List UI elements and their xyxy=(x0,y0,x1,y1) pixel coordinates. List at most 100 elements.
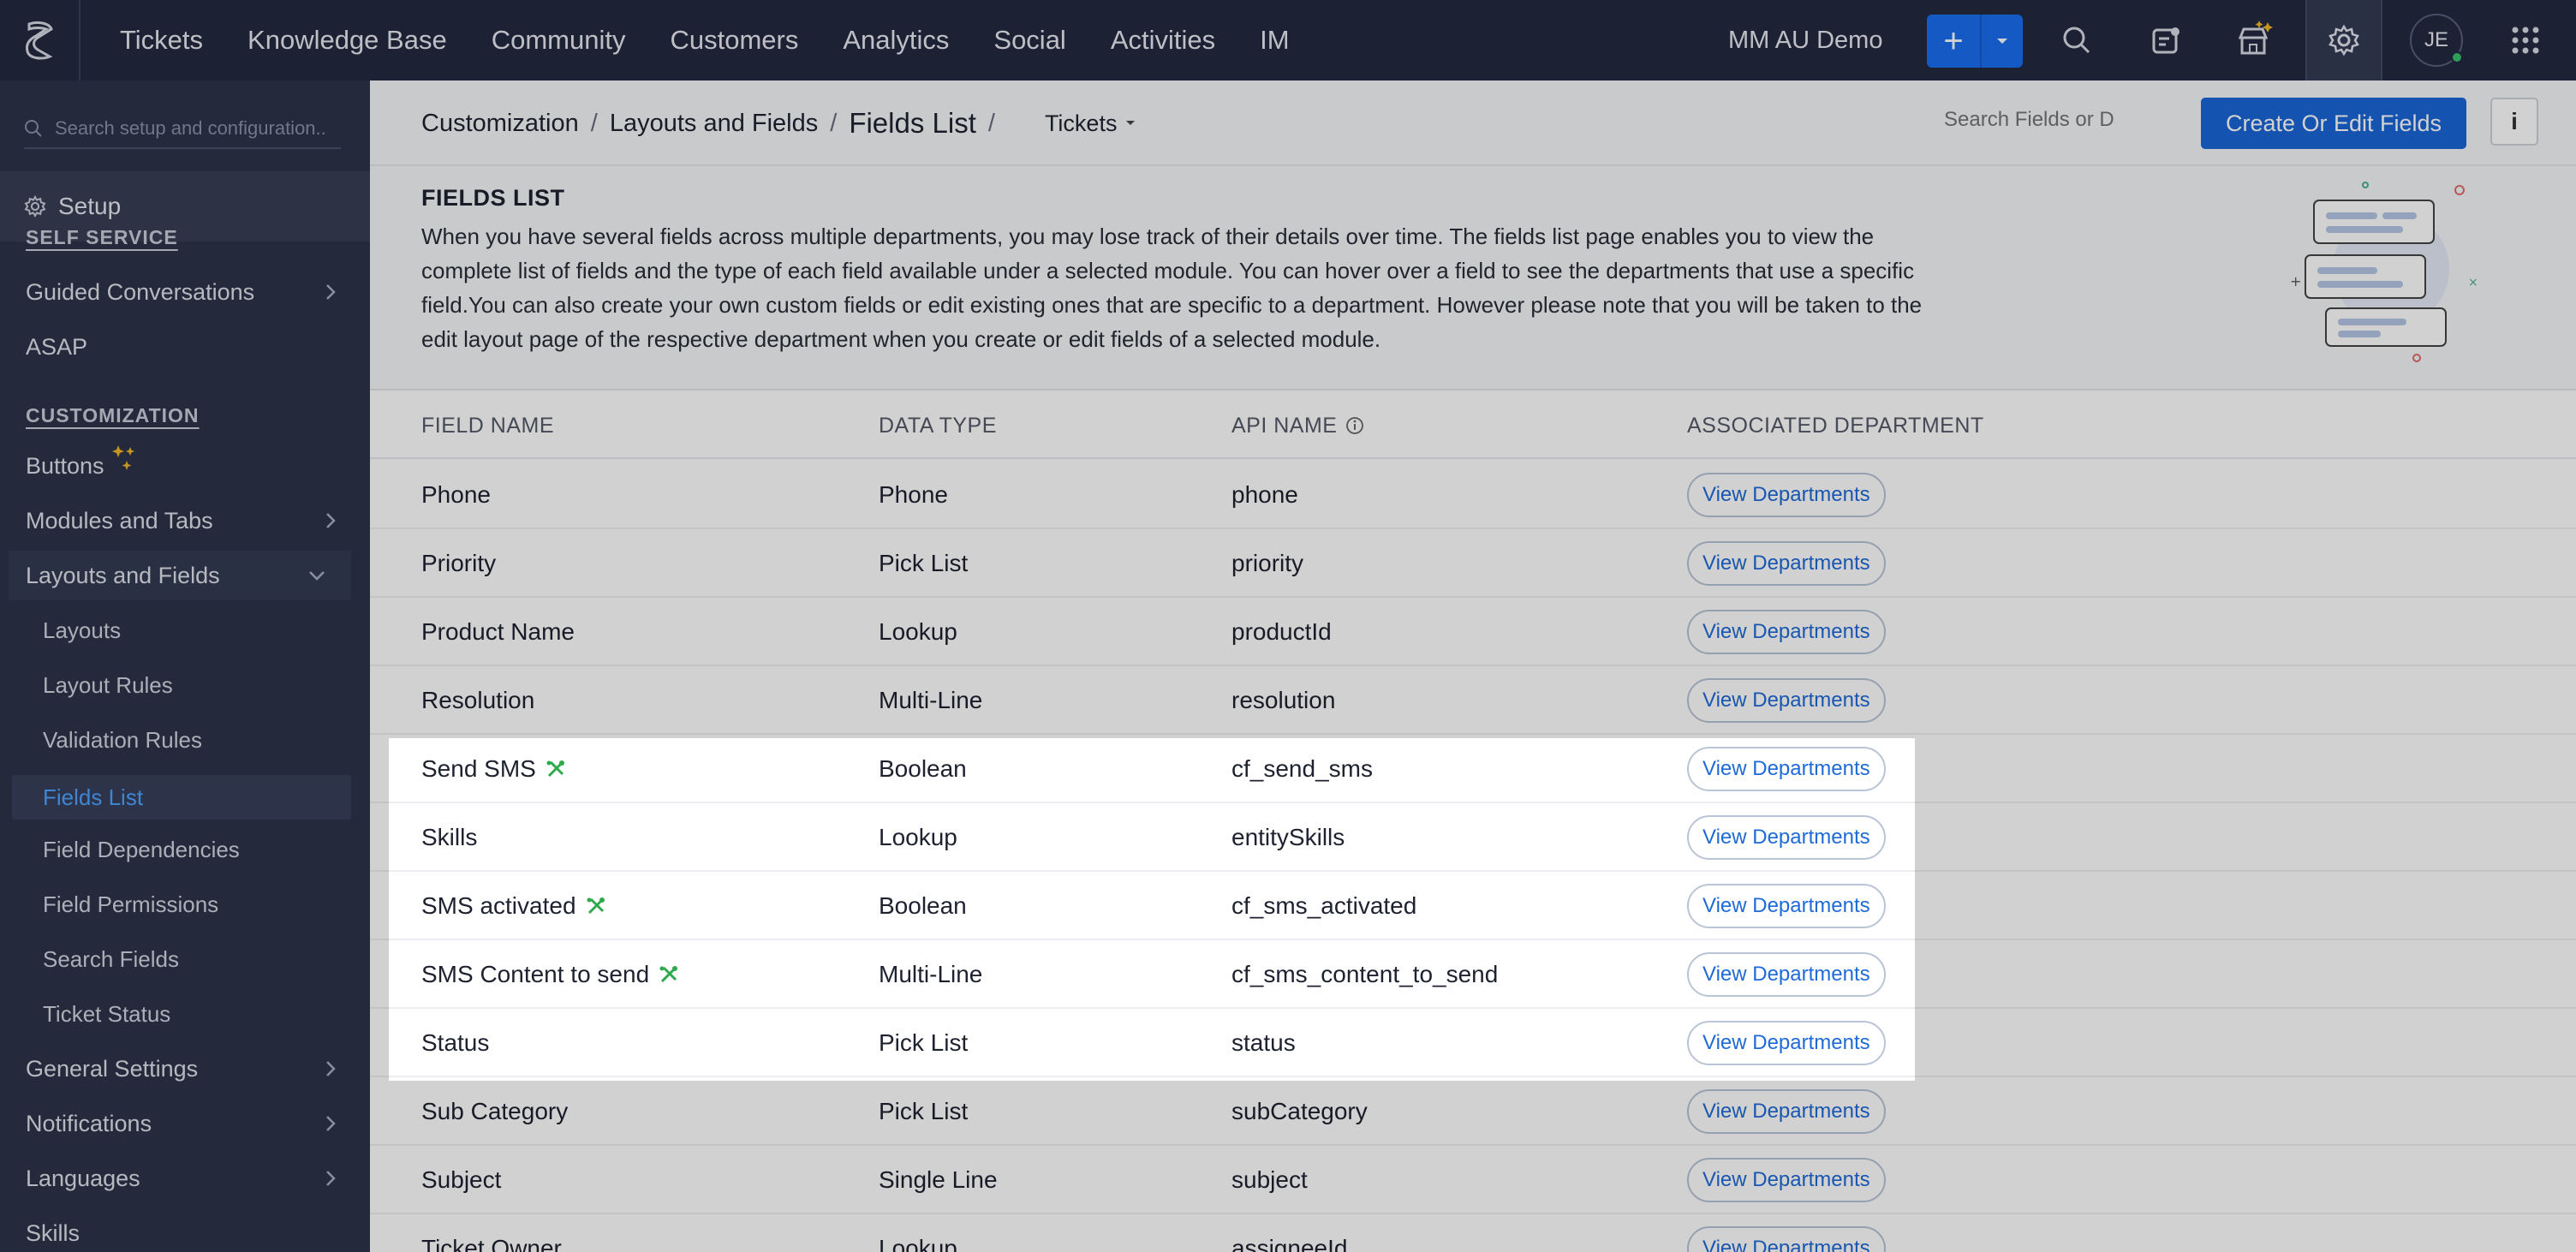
associated-department-cell: View Departments xyxy=(1687,872,1886,940)
sidebar-item-label: Modules and Tabs xyxy=(26,507,213,534)
section-customization: CUSTOMIZATION xyxy=(26,404,200,426)
sidebar-item-search-fields[interactable]: Search Fields xyxy=(0,934,370,984)
create-or-edit-fields-button[interactable]: Create Or Edit Fields xyxy=(2201,98,2466,149)
sidebar-item-field-permissions[interactable]: Field Permissions xyxy=(0,879,370,929)
apps-grid-icon[interactable] xyxy=(2487,0,2564,80)
new-item-button[interactable]: + xyxy=(1927,15,2023,68)
sparkle-icon xyxy=(111,445,134,470)
column-data-type: DATA TYPE xyxy=(879,414,997,438)
sidebar-item-modules-and-tabs[interactable]: Modules and Tabs xyxy=(0,496,370,546)
view-departments-button[interactable]: View Departments xyxy=(1687,541,1886,586)
api-name-cell: entitySkills xyxy=(1231,824,1345,850)
tab-tickets[interactable]: Tickets xyxy=(98,25,225,56)
associated-department-cell: View Departments xyxy=(1687,1077,1886,1146)
api-name-cell: assigneeId xyxy=(1231,1235,1348,1252)
field-name-cell: Skills xyxy=(421,803,477,872)
section-description: When you have several fields across mult… xyxy=(421,224,1923,352)
view-departments-button[interactable]: View Departments xyxy=(1687,1089,1886,1134)
view-departments-button[interactable]: View Departments xyxy=(1687,1158,1886,1202)
chevron-down-icon[interactable] xyxy=(1982,15,2023,68)
info-button[interactable]: i xyxy=(2490,98,2538,146)
table-row[interactable]: Phone Phone phone View Departments xyxy=(370,461,2576,529)
view-departments-button[interactable]: View Departments xyxy=(1687,884,1886,928)
associated-department-cell: View Departments xyxy=(1687,803,1886,872)
tab-customers[interactable]: Customers xyxy=(647,25,820,56)
field-name: Ticket Owner xyxy=(421,1235,562,1252)
tab-community[interactable]: Community xyxy=(469,25,648,56)
associated-department-cell: View Departments xyxy=(1687,666,1886,735)
sidebar-item-field-dependencies[interactable]: Field Dependencies xyxy=(0,825,370,874)
tab-activities[interactable]: Activities xyxy=(1088,25,1237,56)
view-departments-button[interactable]: View Departments xyxy=(1687,1226,1886,1252)
gear-icon[interactable] xyxy=(2305,0,2382,80)
table-row[interactable]: SMS activated Boolean cf_sms_activated View… xyxy=(370,872,2576,940)
sidebar-item-validation-rules[interactable]: Validation Rules xyxy=(0,715,370,765)
sidebar-item-notifications[interactable]: Notifications xyxy=(0,1099,370,1148)
table-row[interactable]: Status Pick List status View Departments xyxy=(370,1009,2576,1077)
setup-search-input[interactable] xyxy=(55,117,337,140)
table-row[interactable]: Product Name Lookup productId View Departme… xyxy=(370,598,2576,666)
table-row[interactable]: Priority Pick List priority View Department… xyxy=(370,529,2576,598)
table-row[interactable]: SMS Content to send Multi-Line cf_sms_cont… xyxy=(370,940,2576,1009)
breadcrumb-customization[interactable]: Customization xyxy=(421,110,579,138)
view-departments-button[interactable]: View Departments xyxy=(1687,610,1886,654)
fields-search-input[interactable] xyxy=(1944,108,2115,132)
view-departments-button[interactable]: View Departments xyxy=(1687,815,1886,860)
search-icon[interactable] xyxy=(2038,0,2115,80)
sidebar-item-guided-conversations[interactable]: Guided Conversations xyxy=(0,267,370,317)
field-name-cell: Resolution xyxy=(421,666,534,735)
api-name-cell: phone xyxy=(1231,481,1298,508)
view-departments-button[interactable]: View Departments xyxy=(1687,747,1886,791)
sidebar-item-layout-rules[interactable]: Layout Rules xyxy=(0,660,370,710)
sidebar-item-general-settings[interactable]: General Settings xyxy=(0,1044,370,1094)
table-row[interactable]: Ticket Owner Lookup assigneeId View Departm… xyxy=(370,1214,2576,1252)
breadcrumb-layouts-and-fields[interactable]: Layouts and Fields xyxy=(610,110,818,138)
user-avatar[interactable]: JE xyxy=(2410,14,2463,67)
sidebar-item-fields-list[interactable]: Fields List xyxy=(12,775,351,820)
view-departments-button[interactable]: View Departments xyxy=(1687,473,1886,517)
sidebar-item-ticket-status[interactable]: Ticket Status xyxy=(0,989,370,1039)
view-departments-button[interactable]: View Departments xyxy=(1687,678,1886,723)
sidebar-item-languages[interactable]: Languages xyxy=(0,1154,370,1203)
info-circle-icon[interactable] xyxy=(1345,416,1364,435)
api-name-cell: priority xyxy=(1231,550,1304,576)
table-row[interactable]: Sub Category Pick List subCategory View Dep… xyxy=(370,1077,2576,1146)
tab-social[interactable]: Social xyxy=(971,25,1088,56)
sidebar-item-asap[interactable]: ASAP xyxy=(0,322,370,372)
field-name-cell: Send SMS xyxy=(421,735,567,803)
notes-icon[interactable] xyxy=(2127,0,2204,80)
field-name: Resolution xyxy=(421,687,535,713)
chevron-down-icon xyxy=(308,551,325,600)
api-name-cell: status xyxy=(1231,1029,1296,1056)
sidebar-item-layouts[interactable]: Layouts xyxy=(0,605,370,655)
view-departments-button[interactable]: View Departments xyxy=(1687,1021,1886,1065)
module-dropdown-value: Tickets xyxy=(1044,110,1118,136)
table-row[interactable]: Resolution Multi-Line resolution View Depar… xyxy=(370,666,2576,735)
tab-knowledge-base[interactable]: Knowledge Base xyxy=(225,25,469,56)
field-name-cell: Product Name xyxy=(421,598,575,666)
api-name-cell: subject xyxy=(1231,1166,1308,1193)
breadcrumb-separator: / xyxy=(987,109,995,137)
data-type-cell: Lookup xyxy=(879,824,957,850)
module-dropdown[interactable]: Tickets xyxy=(1045,110,1136,137)
app-logo-icon[interactable] xyxy=(0,0,80,80)
field-name: SMS activated xyxy=(421,892,576,919)
table-row[interactable]: Skills Lookup entitySkills View Departments xyxy=(370,803,2576,872)
breadcrumb-separator: / xyxy=(830,109,838,137)
data-type-cell: Multi-Line xyxy=(879,961,983,987)
sidebar-item-skills[interactable]: Skills xyxy=(0,1208,370,1252)
marketplace-icon[interactable] xyxy=(2216,0,2293,80)
custom-field-tools-icon xyxy=(546,760,564,778)
field-name: SMS Content to send xyxy=(421,961,650,987)
tab-im[interactable]: IM xyxy=(1237,25,1311,56)
plus-icon[interactable]: + xyxy=(1927,15,1982,68)
table-row[interactable]: Subject Single Line subject View Department… xyxy=(370,1146,2576,1214)
sidebar-item-buttons[interactable]: Buttons xyxy=(0,441,370,491)
field-name: Send SMS xyxy=(421,755,536,782)
organization-switcher[interactable]: MM AU Demo xyxy=(1728,0,1882,80)
view-departments-button[interactable]: View Departments xyxy=(1687,952,1886,997)
sidebar-item-layouts-and-fields[interactable]: Layouts and Fields xyxy=(9,551,351,600)
table-row[interactable]: Send SMS Boolean cf_send_sms View Departmen… xyxy=(370,735,2576,803)
tab-analytics[interactable]: Analytics xyxy=(820,25,971,56)
data-type-cell: Lookup xyxy=(879,1235,957,1252)
